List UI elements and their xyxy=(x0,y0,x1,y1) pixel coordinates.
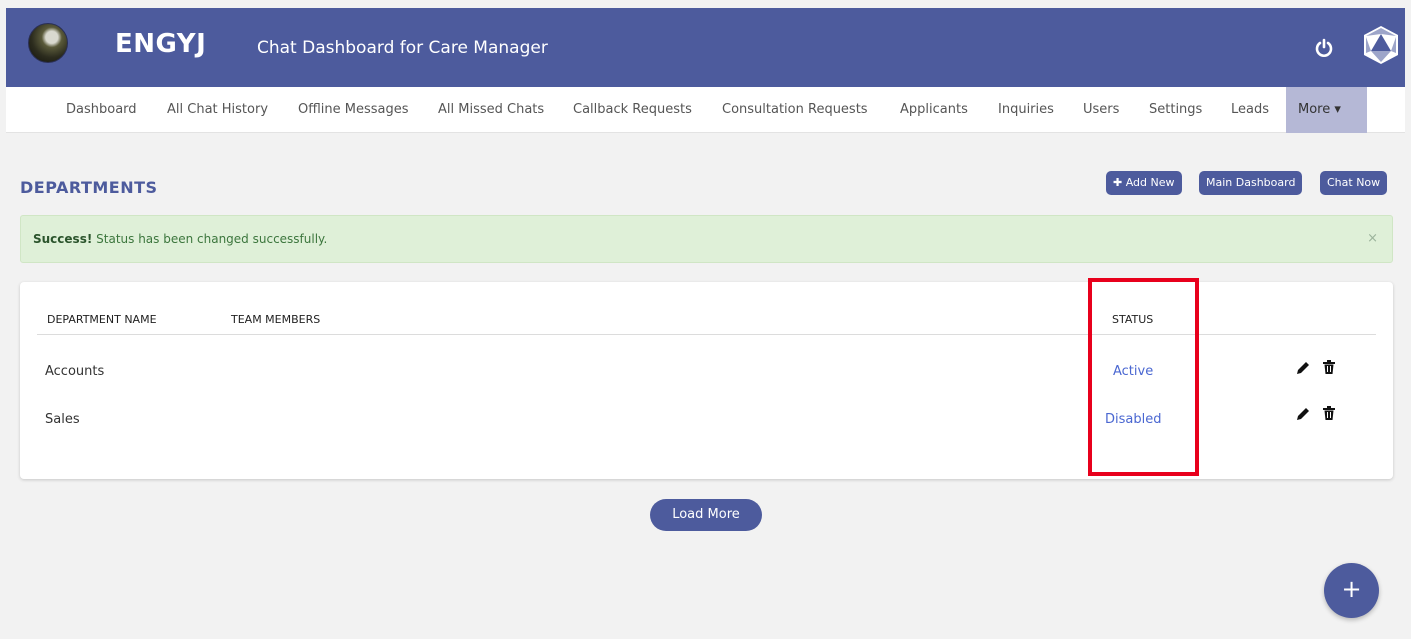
nav-leads[interactable]: Leads xyxy=(1231,87,1269,133)
nav-inquiries[interactable]: Inquiries xyxy=(998,87,1054,133)
load-more-button[interactable]: Load More xyxy=(650,499,762,531)
nav-more-dropdown[interactable]: More ▾ xyxy=(1286,87,1367,133)
alert-message: Status has been changed successfully. xyxy=(96,232,328,246)
header-team-members: TEAM MEMBERS xyxy=(231,313,321,326)
nav-callback-requests[interactable]: Callback Requests xyxy=(573,87,692,133)
departments-table: DEPARTMENT NAME TEAM MEMBERS STATUS Acco… xyxy=(20,282,1393,479)
nav-all-missed-chats[interactable]: All Missed Chats xyxy=(438,87,544,133)
main-nav: Dashboard All Chat History Offline Messa… xyxy=(6,87,1405,133)
chat-now-button[interactable]: Chat Now xyxy=(1320,171,1388,195)
row-department-name: Accounts xyxy=(45,364,105,379)
d20-icon[interactable] xyxy=(1360,24,1402,66)
nav-users[interactable]: Users xyxy=(1083,87,1119,133)
trash-icon[interactable] xyxy=(1321,405,1337,421)
power-icon[interactable] xyxy=(1314,38,1334,58)
page: ENGYJ Chat Dashboard for Care Manager Da… xyxy=(0,0,1411,639)
page-title: DEPARTMENTS xyxy=(20,178,158,197)
add-new-button[interactable]: ✚ Add New xyxy=(1106,171,1182,195)
logo[interactable] xyxy=(28,23,68,63)
status-toggle-link[interactable]: Disabled xyxy=(1105,412,1161,427)
row-department-name: Sales xyxy=(45,412,80,427)
alert-strong: Success! xyxy=(33,232,93,246)
trash-icon[interactable] xyxy=(1321,359,1337,375)
nav-settings[interactable]: Settings xyxy=(1149,87,1202,133)
header-divider xyxy=(37,334,1376,335)
status-toggle-link[interactable]: Active xyxy=(1113,364,1153,379)
top-header: ENGYJ Chat Dashboard for Care Manager xyxy=(6,8,1405,87)
nav-dashboard[interactable]: Dashboard xyxy=(66,87,137,133)
nav-offline-messages[interactable]: Offline Messages xyxy=(298,87,409,133)
success-alert: Success! Status has been changed success… xyxy=(20,215,1393,263)
brand-name: ENGYJ xyxy=(115,29,207,59)
nav-applicants[interactable]: Applicants xyxy=(900,87,968,133)
header-status: STATUS xyxy=(1112,313,1154,326)
nav-consultation-requests[interactable]: Consultation Requests xyxy=(722,87,868,133)
floating-add-button[interactable]: + xyxy=(1324,563,1379,618)
pencil-icon[interactable] xyxy=(1295,360,1311,376)
pencil-icon[interactable] xyxy=(1295,406,1311,422)
header-department-name: DEPARTMENT NAME xyxy=(47,313,157,326)
alert-close-button[interactable]: × xyxy=(1367,216,1378,262)
header-subtitle: Chat Dashboard for Care Manager xyxy=(257,38,548,58)
main-dashboard-button[interactable]: Main Dashboard xyxy=(1199,171,1303,195)
nav-all-chat-history[interactable]: All Chat History xyxy=(167,87,268,133)
